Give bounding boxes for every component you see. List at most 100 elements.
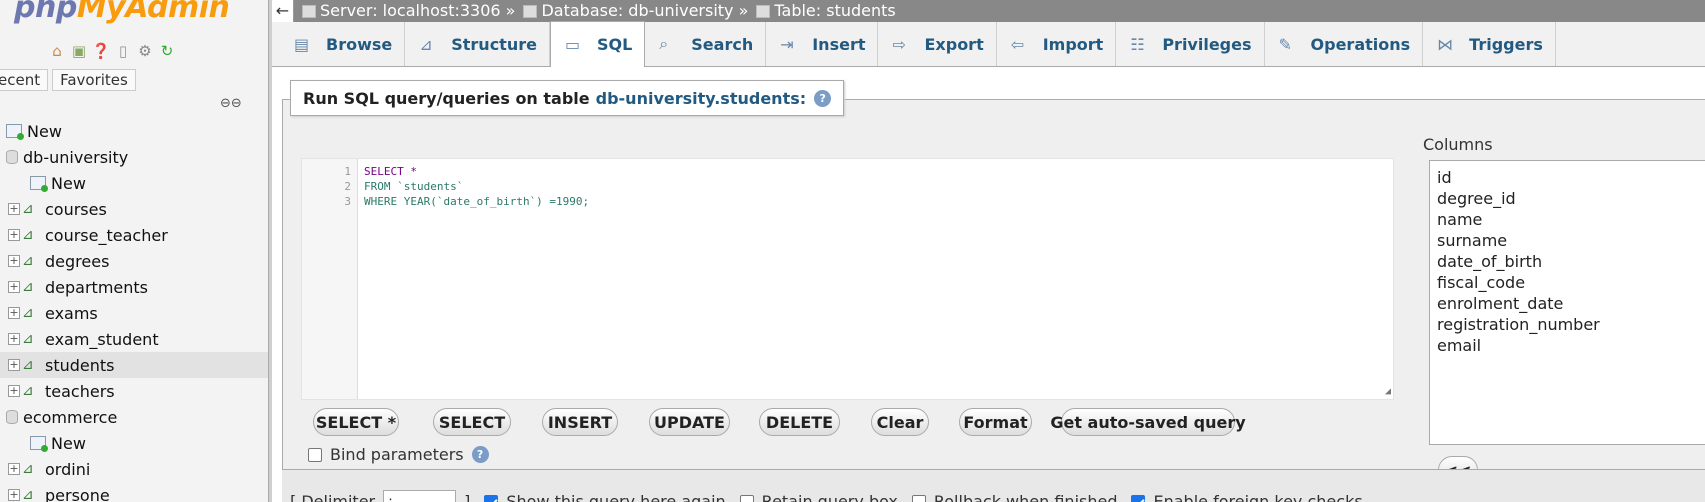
column-option[interactable]: name — [1437, 209, 1705, 230]
tree-item-teachers[interactable]: + ⊿ teachers — [0, 378, 268, 404]
expand-icon[interactable]: + — [8, 255, 20, 267]
tree-item-exams[interactable]: + ⊿ exams — [0, 300, 268, 326]
breadcrumb-server[interactable]: Server: localhost:3306 » — [302, 2, 515, 20]
format-button[interactable]: Format — [959, 408, 1032, 436]
tab-label: SQL — [596, 35, 633, 54]
tab-insert[interactable]: ⇥ Insert — [766, 22, 879, 66]
tree-item-courses[interactable]: + ⊿ courses — [0, 196, 268, 222]
expand-icon[interactable]: + — [8, 281, 20, 293]
favorites-tab[interactable]: Favorites — [52, 69, 136, 91]
help-icon[interactable]: ? — [814, 89, 832, 107]
export-icon: ⇨ — [892, 34, 906, 54]
expand-icon[interactable]: + — [8, 463, 20, 475]
expand-icon[interactable]: + — [8, 489, 20, 501]
foreign-key-checks-checkbox[interactable] — [1131, 494, 1146, 502]
column-option[interactable]: id — [1437, 167, 1705, 188]
column-option[interactable]: fiscal_code — [1437, 272, 1705, 293]
tree-item-label: ordini — [45, 459, 91, 479]
triggers-icon: ⋈ — [1437, 34, 1454, 54]
tree-item-persone[interactable]: + ⊿ persone — [0, 482, 268, 502]
retain-query-box-option[interactable]: Retain query box — [739, 492, 898, 502]
expand-icon[interactable]: + — [8, 307, 20, 319]
bind-parameters-checkbox[interactable] — [308, 447, 322, 462]
tab-structure[interactable]: ⊿ Structure — [405, 22, 550, 66]
tab-export[interactable]: ⇨ Export — [878, 22, 997, 66]
tab-label: Privileges — [1162, 34, 1252, 54]
foreign-key-checks-option[interactable]: Enable foreign key checks — [1131, 492, 1363, 502]
retain-query-box-checkbox[interactable] — [739, 494, 754, 502]
settings-gear-icon[interactable]: ⚙ — [136, 42, 154, 60]
tree-item-ecommerce[interactable]: ecommerce — [0, 404, 268, 430]
tab-import[interactable]: ⇦ Import — [997, 22, 1117, 66]
column-option[interactable]: registration_number — [1437, 314, 1705, 335]
tree-item-course-teacher[interactable]: + ⊿ course_teacher — [0, 222, 268, 248]
select-button[interactable]: SELECT — [433, 408, 511, 436]
help-icon[interactable]: ? — [471, 446, 489, 463]
tab-browse[interactable]: ▤ Browse — [280, 22, 406, 66]
nav-recent-favorites-tabs: ecent Favorites — [0, 69, 136, 91]
column-option[interactable]: surname — [1437, 230, 1705, 251]
expand-icon[interactable]: + — [8, 359, 20, 371]
update-button[interactable]: UPDATE — [649, 408, 730, 436]
reload-icon[interactable]: ↻ — [158, 42, 176, 60]
database-icon — [6, 410, 18, 424]
tab-label: Structure — [451, 34, 537, 54]
tree-item-ordini[interactable]: + ⊿ ordini — [0, 456, 268, 482]
tree-item-exam-student[interactable]: + ⊿ exam_student — [0, 326, 268, 352]
expand-icon[interactable]: + — [8, 203, 20, 215]
option-label: Enable foreign key checks — [1153, 492, 1363, 502]
tree-item-new-table[interactable]: New — [0, 170, 268, 196]
tree-item-label: departments — [45, 277, 148, 297]
tree-item-students[interactable]: + ⊿ students — [0, 352, 268, 378]
rollback-checkbox[interactable] — [911, 494, 926, 502]
legend-table-name[interactable]: db-university.students: — [596, 89, 807, 108]
expand-icon[interactable]: + — [8, 385, 20, 397]
tree-item-departments[interactable]: + ⊿ departments — [0, 274, 268, 300]
tab-operations[interactable]: ✎ Operations — [1265, 22, 1424, 66]
tab-triggers[interactable]: ⋈ Triggers — [1423, 22, 1556, 66]
column-option[interactable]: date_of_birth — [1437, 251, 1705, 272]
back-arrow-icon[interactable]: ← — [272, 0, 294, 22]
show-query-again-checkbox[interactable] — [484, 494, 499, 502]
tab-sql[interactable]: ▭ SQL — [549, 21, 646, 67]
tree-item-label: persone — [45, 485, 110, 502]
delimiter-input[interactable]: ; — [383, 489, 457, 502]
home-icon[interactable]: ⌂ — [48, 42, 66, 60]
get-auto-saved-query-button[interactable]: Get auto-saved query — [1050, 408, 1246, 436]
resize-grip-icon[interactable]: ◢ — [1385, 386, 1391, 397]
column-option[interactable]: email — [1437, 335, 1705, 356]
column-option[interactable]: enrolment_date — [1437, 293, 1705, 314]
tree-item-db-university[interactable]: db-university — [0, 144, 268, 170]
bind-parameters-option[interactable]: Bind parameters ? — [308, 445, 489, 464]
tab-search[interactable]: ⌕ Search — [645, 22, 767, 66]
table-icon: ⊿ — [22, 382, 34, 399]
column-option[interactable]: degree_id — [1437, 188, 1705, 209]
select-star-button[interactable]: SELECT * — [313, 408, 399, 436]
tree-item-label: course_teacher — [45, 225, 168, 245]
columns-select-list[interactable]: id degree_id name surname date_of_birth … — [1429, 160, 1705, 445]
breadcrumb: ← Server: localhost:3306 » Database: db-… — [272, 0, 1705, 22]
link-with-main-panel-icon[interactable]: ⊖⊖ — [220, 96, 242, 111]
tab-label: Operations — [1310, 34, 1411, 54]
insert-button[interactable]: INSERT — [542, 408, 618, 436]
show-query-again-option[interactable]: Show this query here again — [484, 492, 726, 502]
expand-icon[interactable]: + — [8, 333, 20, 345]
logout-icon[interactable]: ▣ — [70, 42, 88, 60]
tree-item-new-table[interactable]: New — [0, 430, 268, 456]
docs-icon[interactable]: ▯ — [114, 42, 132, 60]
editor-code[interactable]: SELECT * FROM `students` WHERE YEAR(`dat… — [364, 164, 589, 209]
phpmyadmin-logo[interactable]: phpMyAdmin — [14, 0, 230, 25]
rollback-option[interactable]: Rollback when finished — [911, 492, 1117, 502]
delete-button[interactable]: DELETE — [759, 408, 840, 436]
tab-privileges[interactable]: ☷ Privileges — [1116, 22, 1265, 66]
recent-tab[interactable]: ecent — [0, 69, 49, 91]
sql-query-editor[interactable]: 1 2 3 SELECT * FROM `students` WHERE YEA… — [301, 158, 1394, 400]
tree-item-new[interactable]: New — [0, 118, 268, 144]
expand-icon[interactable]: + — [8, 229, 20, 241]
tree-item-degrees[interactable]: + ⊿ degrees — [0, 248, 268, 274]
help-icon[interactable]: ❓ — [92, 42, 111, 60]
breadcrumb-table[interactable]: Table: students — [756, 2, 896, 20]
clear-button[interactable]: Clear — [871, 408, 929, 436]
breadcrumb-database[interactable]: Database: db-university » — [523, 2, 748, 20]
new-icon — [30, 176, 48, 192]
